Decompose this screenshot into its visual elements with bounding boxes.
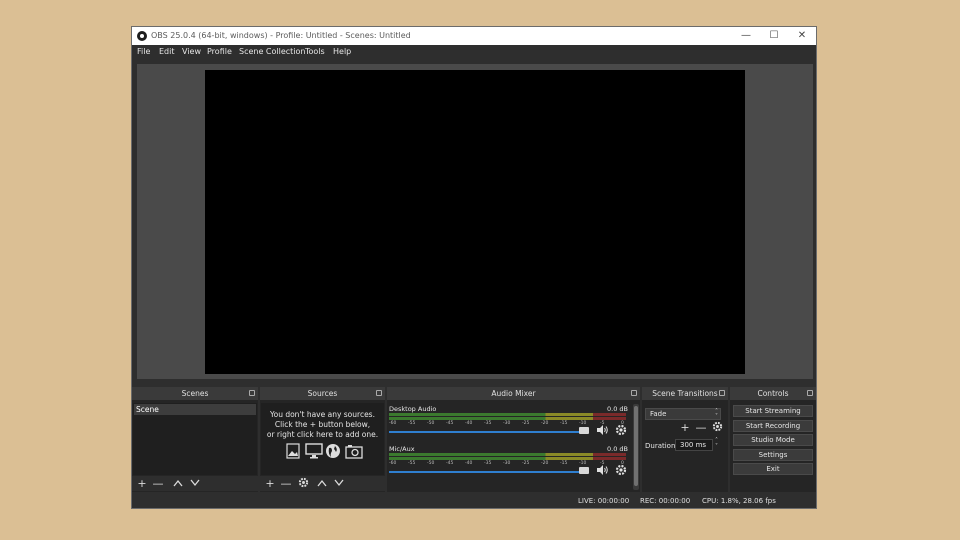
move-up-icon[interactable] [171,477,185,490]
add-scene-icon[interactable]: + [135,477,149,490]
transitions-body: Fade ˄ ˅ + — Duration 300 ms ˄ ˅ [642,403,728,491]
source-properties-gear-icon[interactable] [296,477,310,490]
channel-db: 0.0 dB [607,405,628,413]
exit-button[interactable]: Exit [733,463,813,475]
move-down-icon[interactable] [332,477,346,490]
remove-transition-icon[interactable]: — [694,421,708,434]
settings-button[interactable]: Settings [733,449,813,461]
volume-slider[interactable] [389,471,587,473]
preview-canvas[interactable] [205,70,745,374]
volume-meter [389,413,626,416]
obs-logo-icon [137,31,147,41]
preview-area[interactable] [137,64,813,379]
dock-float-icon[interactable] [376,390,382,396]
menu-scene-collection[interactable]: Scene Collection [239,47,306,56]
obs-window: OBS 25.0.4 (64-bit, windows) - Profile: … [131,26,817,509]
display-icon [305,443,323,459]
controls-title: Controls [757,389,789,398]
add-transition-icon[interactable]: + [678,421,692,434]
globe-icon [325,443,343,459]
transition-properties-gear-icon[interactable] [710,421,724,434]
channel-gear-icon[interactable] [615,464,627,476]
minimize-button[interactable]: — [732,28,760,44]
start-recording-button[interactable]: Start Recording [733,420,813,432]
sources-toolbar: + — [260,476,385,491]
channel-name: Desktop Audio [389,405,437,413]
duration-input[interactable]: 300 ms [675,439,713,451]
remove-source-icon[interactable]: — [279,477,293,490]
close-button[interactable]: ✕ [788,28,816,44]
move-down-icon[interactable] [188,477,202,490]
duration-label: Duration [645,442,676,450]
menu-help[interactable]: Help [333,47,351,56]
maximize-button[interactable]: ☐ [760,28,788,44]
rec-timer: REC: 00:00:00 [640,497,691,505]
dock-float-icon[interactable] [719,390,725,396]
window-title: OBS 25.0.4 (64-bit, windows) - Profile: … [151,31,411,40]
menu-view[interactable]: View [182,47,201,56]
scenes-title: Scenes [181,389,209,398]
menu-edit[interactable]: Edit [159,47,175,56]
channel-db: 0.0 dB [607,445,628,453]
menu-file[interactable]: File [137,47,150,56]
dock-float-icon[interactable] [249,390,255,396]
volume-slider-handle[interactable] [579,427,589,434]
studio-mode-button[interactable]: Studio Mode [733,434,813,446]
sources-list[interactable]: You don't have any sources. Click the + … [261,403,384,475]
mixer-title: Audio Mixer [491,389,536,398]
dock-float-icon[interactable] [631,390,637,396]
scene-transitions-dock: Scene Transitions Fade ˄ ˅ + — Duration 3… [642,387,728,492]
start-streaming-button[interactable]: Start Streaming [733,405,813,417]
chevron-updown-icon: ˄ ˅ [715,408,718,420]
channel-name: Mic/Aux [389,445,415,453]
transitions-title: Scene Transitions [652,389,718,398]
remove-scene-icon[interactable]: — [151,477,165,490]
dock-float-icon[interactable] [807,390,813,396]
controls-header: Controls [730,387,816,400]
menu-tools[interactable]: Tools [305,47,325,56]
audio-mixer-dock: Audio Mixer Desktop Audio 0.0 dB -60 -55-… [387,387,640,492]
move-up-icon[interactable] [315,477,329,490]
volume-meter [389,417,626,420]
channel-gear-icon[interactable] [615,424,627,436]
volume-slider-handle[interactable] [579,467,589,474]
scenes-list[interactable]: Scene [133,403,257,475]
volume-slider[interactable] [389,431,587,433]
mixer-scrollbar[interactable] [633,404,639,490]
sources-empty-message: You don't have any sources. Click the + … [266,410,379,439]
scenes-header: Scenes [132,387,258,400]
mixer-header: Audio Mixer [387,387,640,400]
title-bar: OBS 25.0.4 (64-bit, windows) - Profile: … [132,27,816,45]
camera-icon [345,443,363,459]
speaker-icon[interactable] [596,424,608,436]
sources-dock: Sources You don't have any sources. Clic… [260,387,385,492]
add-source-icon[interactable]: + [263,477,277,490]
volume-meter [389,457,626,460]
image-icon [285,443,303,459]
meter-ticks: -60 -55 -50 -45 -40 -35 -30 -25 -20 -15 -10 -5 0 [389,421,624,426]
menu-profile[interactable]: Profile [207,47,232,56]
scene-item[interactable]: Scene [134,404,256,415]
menu-bar: File Edit View Profile Scene Collection … [132,45,816,59]
sources-header: Sources [260,387,385,400]
meter-ticks: -60 -55 -50 -45 -40 -35 -30 -25 -20 -15 -10 -5 0 [389,461,624,466]
duration-spin-icon[interactable]: ˄ ˅ [715,438,718,450]
scenes-toolbar: + — [132,476,258,491]
live-timer: LIVE: 00:00:00 [578,497,630,505]
status-bar: LIVE: 00:00:00 REC: 00:00:00 CPU: 1.8%, … [132,494,816,508]
volume-meter [389,453,626,456]
scenes-dock: Scenes Scene + — [132,387,258,492]
controls-dock: Controls Start Streaming Start Recording… [730,387,816,492]
sources-title: Sources [307,389,338,398]
speaker-icon[interactable] [596,464,608,476]
cpu-fps: CPU: 1.8%, 28.06 fps [702,497,776,505]
transitions-header: Scene Transitions [642,387,728,400]
transition-select[interactable]: Fade ˄ ˅ [645,408,721,420]
